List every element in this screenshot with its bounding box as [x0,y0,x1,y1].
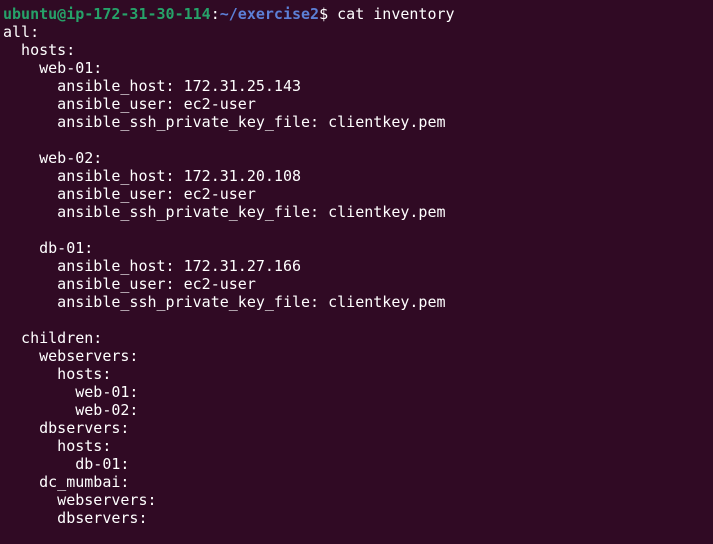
output-line: ansible_user: ec2-user [3,275,256,293]
output-line: webservers: [3,347,139,365]
output-line: db-01: [3,239,94,257]
output-line: all: [3,23,40,41]
output-line: web-01: [3,59,103,77]
output-line: dc_mumbai: [3,473,130,491]
prompt-path: ~/exercise2 [219,5,320,23]
output-line: hosts: [3,365,112,383]
output-line: ansible_user: ec2-user [3,185,256,203]
prompt-line: ubuntu@ip-172-31-30-114:~/exercise2$ cat… [0,5,713,23]
prompt-separator: : [210,5,220,23]
output-line: hosts: [3,41,76,59]
prompt-symbol: $ [319,5,329,23]
output-line: children: [3,329,103,347]
output-line: web-02: [3,401,139,419]
output-line: webservers: [3,491,157,509]
output-line: db-01: [3,455,130,473]
output-line: web-01: [3,383,139,401]
output-line: web-02: [3,149,103,167]
prompt-user-host: ubuntu@ip-172-31-30-114 [3,5,211,23]
output-line: ansible_ssh_private_key_file: clientkey.… [3,293,446,311]
terminal-window[interactable]: ubuntu@ip-172-31-30-114:~/exercise2$ cat… [0,0,713,544]
output-line: hosts: [3,437,112,455]
output-line: ansible_ssh_private_key_file: clientkey.… [3,113,446,131]
output-line: ansible_host: 172.31.20.108 [3,167,302,185]
output-line: ansible_host: 172.31.27.166 [3,257,302,275]
output-line: ansible_host: 172.31.25.143 [3,77,302,95]
output-line: ansible_user: ec2-user [3,95,256,113]
output-line: dbservers: [3,419,130,437]
output-line: ansible_ssh_private_key_file: clientkey.… [3,203,446,221]
prompt-command: cat inventory [328,5,455,23]
terminal-output: all: hosts: web-01: ansible_host: 172.31… [0,23,713,527]
output-line: dbservers: [3,509,148,527]
